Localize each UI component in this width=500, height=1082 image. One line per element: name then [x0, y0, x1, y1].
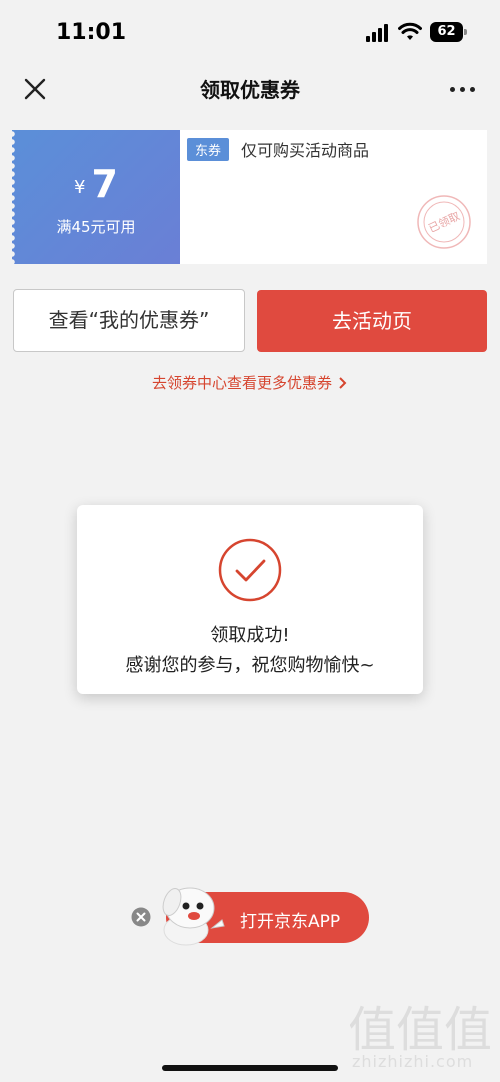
close-circle-icon[interactable]	[131, 907, 151, 927]
watermark-logo-text: 值值值	[350, 1002, 490, 1056]
coupon-condition: 满45元可用	[56, 218, 136, 236]
coupon-type-tag: 东券	[187, 138, 230, 161]
coupon-value-panel: ¥7 满45元可用	[12, 130, 180, 264]
success-dialog: 领取成功! 感谢您的参与，祝您购物愉快~	[77, 505, 423, 694]
page-title: 领取优惠券	[200, 78, 300, 102]
dialog-title: 领取成功!	[210, 625, 290, 646]
coupon-card: ¥7 满45元可用 东券 仅可购买活动商品 已领取	[12, 130, 487, 264]
battery-icon: 62	[430, 22, 468, 42]
coupon-description: 仅可购买活动商品	[241, 141, 370, 160]
coupon-center-link[interactable]: 去领券中心查看更多优惠券	[0, 372, 500, 393]
currency-symbol: ¥	[74, 177, 86, 198]
watermark-logo-icon: 值值值	[350, 1002, 490, 1056]
chevron-right-icon	[339, 377, 347, 389]
claimed-stamp-icon: 已领取	[417, 195, 471, 249]
nav-bar: 领取优惠券	[0, 64, 500, 114]
more-icon[interactable]	[448, 77, 478, 101]
status-time: 11:01	[56, 20, 127, 45]
signal-icon	[366, 24, 388, 42]
dialog-message: 感谢您的参与，祝您购物愉快~	[125, 655, 375, 676]
go-activity-button[interactable]: 去活动页	[257, 290, 487, 352]
stamp-text: 已领取	[427, 210, 462, 236]
status-bar: 11:01 62	[0, 0, 500, 64]
open-app-label: 打开京东APP	[240, 912, 341, 932]
watermark-text: zhizhizhi.com	[352, 1052, 474, 1071]
coupon-amount: ¥7	[12, 162, 180, 206]
battery-level: 62	[430, 22, 463, 42]
coupon-amount-value: 7	[91, 162, 118, 206]
my-coupons-button[interactable]: 查看“我的优惠券”	[13, 289, 245, 352]
mascot-icon	[162, 887, 225, 946]
coupon-center-link-label: 去领券中心查看更多优惠券	[151, 374, 332, 392]
wifi-icon	[398, 22, 422, 40]
home-indicator	[162, 1065, 338, 1071]
check-circle-icon	[218, 538, 282, 602]
